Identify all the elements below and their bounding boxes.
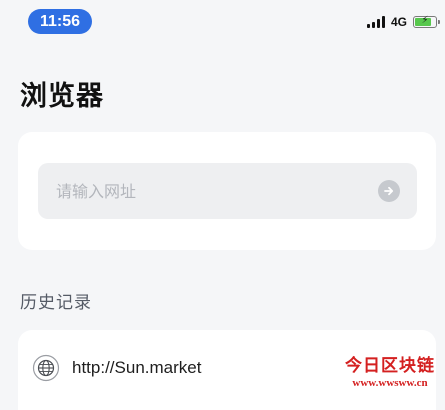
watermark-url: www.wwsww.cn xyxy=(352,377,428,389)
signal-icon xyxy=(366,16,385,28)
search-card xyxy=(18,132,436,250)
status-time[interactable]: 11:56 xyxy=(28,9,92,34)
search-field[interactable] xyxy=(38,163,417,219)
battery-charging-icon: ⚡ xyxy=(413,15,440,28)
page-title: 浏览器 xyxy=(20,81,104,112)
history-heading: 历史记录 xyxy=(20,293,92,313)
history-item-url: http://Sun.market xyxy=(72,358,202,377)
go-button[interactable] xyxy=(378,180,400,202)
watermark: 今日区块链 www.wwsww.cn xyxy=(345,356,435,390)
globe-icon xyxy=(32,354,60,382)
arrow-right-icon xyxy=(384,186,394,196)
status-bar: 11:56 4G ⚡ xyxy=(0,0,445,42)
watermark-title: 今日区块链 xyxy=(345,356,435,376)
url-input[interactable] xyxy=(38,163,358,219)
status-indicators: 4G ⚡ xyxy=(366,14,440,30)
network-type-label: 4G xyxy=(390,15,407,29)
